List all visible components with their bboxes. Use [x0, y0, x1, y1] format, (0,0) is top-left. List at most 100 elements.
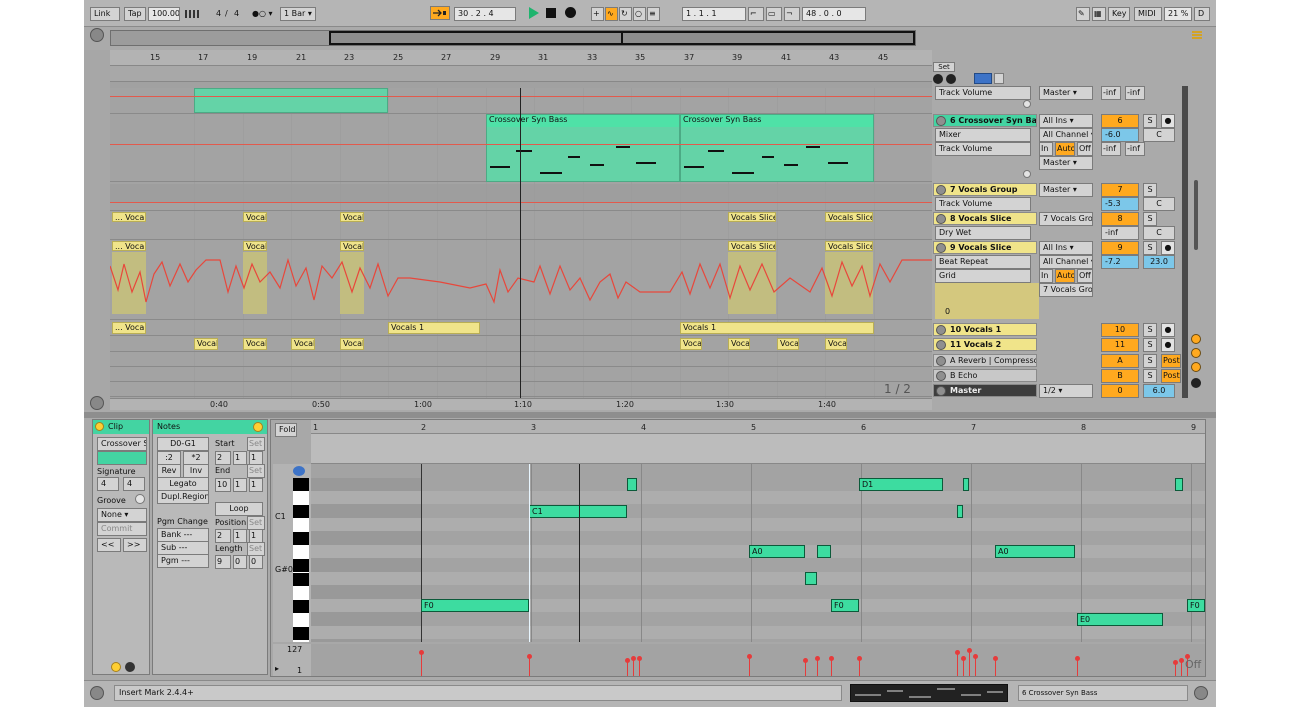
solo-button[interactable]: S [1143, 338, 1157, 352]
volume-field[interactable]: -6.0 [1101, 128, 1139, 142]
overview-toggle-icon[interactable] [90, 28, 104, 42]
midi-note[interactable] [963, 478, 969, 491]
arrangement-overview[interactable] [110, 30, 916, 46]
solo-button[interactable]: S [1143, 369, 1157, 383]
launch-box-icon[interactable] [125, 662, 135, 672]
session-record-button[interactable]: ○ [633, 7, 646, 21]
midi-note[interactable]: F0 [1187, 599, 1205, 612]
computer-keyboard-button[interactable]: ▦ [1092, 7, 1106, 21]
master-lane[interactable] [110, 382, 932, 397]
audio-clip[interactable]: Vocals [291, 338, 315, 350]
audio-clip[interactable]: Vocals 1 [388, 322, 480, 334]
info-view-toggle-icon[interactable] [90, 686, 104, 700]
groove-chooser[interactable]: None ▾ [97, 508, 147, 522]
output-chooser[interactable]: 7 Vocals Grou ▾ [1039, 283, 1093, 297]
volume-field[interactable]: -5.3 [1101, 197, 1139, 211]
automation-lane[interactable]: 0 [935, 283, 1039, 319]
track-activator[interactable]: 9 [1101, 241, 1139, 255]
lock-icon[interactable] [994, 73, 1004, 84]
nav-left-icon[interactable] [933, 74, 943, 84]
output-chooser[interactable]: 7 Vocals Grou ▾ [1039, 212, 1093, 226]
midi-note[interactable] [817, 545, 831, 558]
pan-field[interactable]: 23.0 [1143, 255, 1175, 269]
preview-icon[interactable] [293, 466, 305, 476]
input-type-chooser[interactable]: All Ins ▾ [1039, 241, 1093, 255]
device-chooser[interactable]: Track Volume [935, 142, 1031, 156]
input-channel-chooser[interactable]: All Channel ▾ [1039, 128, 1093, 142]
audio-clip[interactable]: Vocals [340, 338, 364, 350]
audio-clip[interactable]: Vocals [340, 241, 364, 251]
signature-denominator[interactable]: 4 [123, 477, 145, 491]
track-name[interactable]: 8 Vocals Slice [933, 212, 1037, 225]
audio-clip[interactable]: Vocal [825, 338, 847, 350]
track-fold-icon[interactable] [936, 386, 946, 396]
midi-note[interactable]: D1 [859, 478, 943, 491]
detail-view-toggle-icon[interactable] [1194, 686, 1208, 700]
track-name[interactable]: B Echo [933, 369, 1037, 382]
midi-map-button[interactable]: MIDI [1134, 7, 1162, 21]
set-end-button[interactable]: Set [247, 464, 265, 478]
pan-field[interactable]: C [1143, 197, 1175, 211]
arrangement-position-field[interactable]: 30 . 2 . 4 [454, 7, 516, 21]
track-activator[interactable]: 8 [1101, 212, 1139, 226]
post-button[interactable]: Post [1161, 369, 1181, 383]
mixer-toggle-icon[interactable] [1191, 378, 1201, 388]
midi-note[interactable]: F0 [421, 599, 529, 612]
velocity-lane[interactable]: Off [311, 644, 1205, 676]
track-lane[interactable]: Crossover Syn Bass Crossover Syn Bass [110, 114, 932, 182]
track-lane[interactable]: ... Vocals Vocals Vocals Vocals Slice Vo… [110, 211, 932, 240]
arm-button[interactable]: ● [1161, 323, 1175, 337]
io-toggle-icon[interactable] [1191, 334, 1201, 344]
sub-bank-field[interactable]: Sub --- [157, 541, 209, 555]
set-button[interactable]: Set [933, 62, 955, 72]
groove-hot-swap-icon[interactable] [135, 494, 145, 504]
send-b-value[interactable]: -inf [1125, 86, 1145, 100]
audio-clip[interactable]: Vocals Slice [825, 212, 873, 222]
track-name[interactable]: 10 Vocals 1 [933, 323, 1037, 336]
loop-switch-button[interactable]: ▭ [766, 7, 782, 21]
track-activator[interactable]: B [1101, 369, 1139, 383]
input-type-chooser[interactable]: All Ins ▾ [1039, 114, 1093, 128]
device-chooser[interactable]: Mixer [935, 128, 1031, 142]
draw-mode-button[interactable]: ✎ [1076, 7, 1090, 21]
track-activator[interactable]: 0 [1101, 384, 1139, 398]
loop-brace[interactable] [110, 66, 932, 82]
midi-note[interactable]: A0 [995, 545, 1075, 558]
play-button[interactable] [528, 7, 540, 21]
loop-start-field[interactable]: 1 . 1 . 1 [682, 7, 746, 21]
returns-toggle-icon[interactable] [1191, 362, 1201, 372]
post-button[interactable]: Post [1161, 354, 1181, 368]
sends-toggle-icon[interactable] [1191, 348, 1201, 358]
prev-clip-button[interactable]: << [97, 538, 121, 552]
record-button[interactable] [565, 7, 576, 18]
automation-arm-button[interactable]: ∿ [605, 7, 618, 21]
audio-clip[interactable]: Vocal [728, 338, 750, 350]
link-button[interactable]: Link [90, 7, 120, 21]
monitor-off-button[interactable]: Off [1077, 269, 1093, 283]
volume-field[interactable]: -inf [1101, 226, 1139, 240]
track-fold-icon[interactable] [936, 185, 946, 195]
track-activator[interactable]: 11 [1101, 338, 1139, 352]
track-lane[interactable] [110, 182, 932, 211]
piano-keys[interactable] [293, 478, 309, 642]
track-name[interactable]: 9 Vocals Slice [933, 241, 1037, 254]
return-lane[interactable] [110, 367, 932, 382]
device-chooser[interactable]: Track Volume [935, 86, 1031, 100]
tempo-field[interactable]: 100.00 [148, 7, 180, 21]
track-fold-icon[interactable] [936, 325, 946, 335]
arm-button[interactable]: ● [1161, 114, 1175, 128]
device-chooser[interactable]: Grid [935, 269, 1031, 283]
send-b-value[interactable]: -inf [1125, 142, 1145, 156]
length-sixteenth[interactable]: 0 [249, 555, 263, 569]
track-name[interactable]: 11 Vocals 2 [933, 338, 1037, 351]
nav-right-icon[interactable] [946, 74, 956, 84]
track-lane[interactable]: ... Vocals Vocals 1 Vocals 1 [110, 320, 932, 336]
monitor-auto-button[interactable]: Auto [1055, 142, 1075, 156]
track-fold-icon[interactable] [936, 371, 946, 381]
audio-clip[interactable]: ... Vocals [112, 212, 146, 222]
draw-icon[interactable] [974, 73, 992, 84]
beat-ruler[interactable]: 15 17 19 21 23 25 27 29 31 33 35 37 39 4… [110, 50, 932, 66]
audio-clip[interactable]: ... Vocals [112, 241, 146, 251]
monitor-off-button[interactable]: Off [1077, 142, 1093, 156]
solo-button[interactable]: S [1143, 212, 1157, 226]
